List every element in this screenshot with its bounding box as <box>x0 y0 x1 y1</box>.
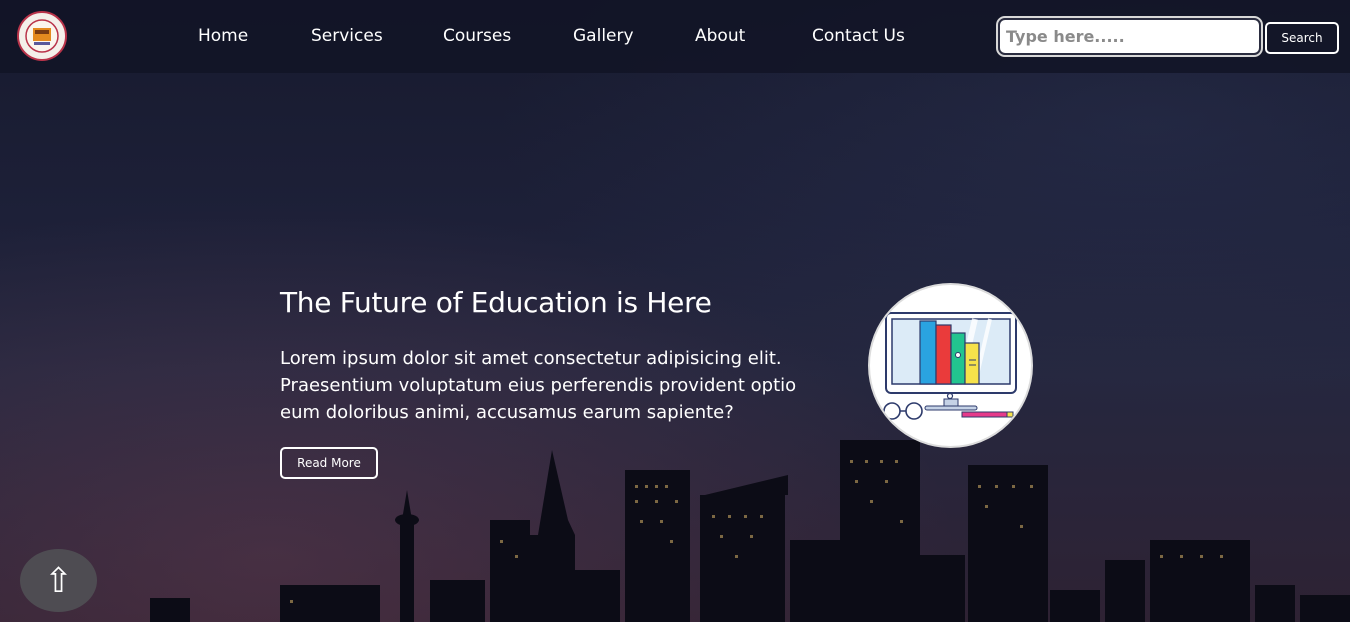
logo-emblem-icon <box>25 19 59 53</box>
arrow-up-icon: ⇧ <box>44 560 73 601</box>
search-input[interactable] <box>996 16 1263 57</box>
computer-books-illustration-icon <box>883 312 1017 420</box>
read-more-button[interactable]: Read More <box>280 447 378 479</box>
hero-image <box>868 283 1033 448</box>
nav-link-courses[interactable]: Courses <box>443 26 511 46</box>
nav-link-contact-us[interactable]: Contact Us <box>812 26 905 46</box>
hero-title: The Future of Education is Here <box>280 286 712 319</box>
nav-link-home[interactable]: Home <box>198 26 248 46</box>
page: Home Services Courses Gallery About Cont… <box>0 0 1350 622</box>
top-navbar: Home Services Courses Gallery About Cont… <box>0 0 1350 73</box>
hero-description: Lorem ipsum dolor sit amet consectetur a… <box>280 348 797 423</box>
nav-link-gallery[interactable]: Gallery <box>573 26 634 46</box>
nav-link-about[interactable]: About <box>695 26 745 46</box>
search-button[interactable]: Search <box>1265 22 1339 54</box>
scroll-to-top-button[interactable]: ⇧ <box>20 549 97 612</box>
institution-logo-icon[interactable] <box>17 11 67 61</box>
nav-link-services[interactable]: Services <box>311 26 383 46</box>
